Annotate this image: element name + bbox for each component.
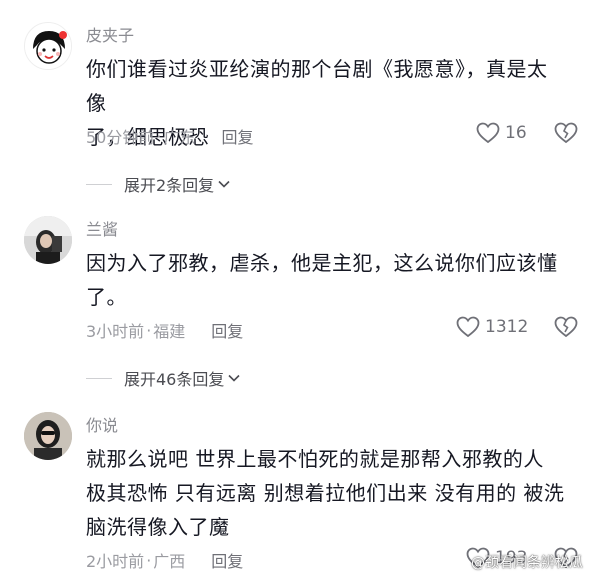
divider-line — [86, 183, 112, 185]
comment-text: 就那么说吧 世界上最不怕死的就是那帮入邪教的人 极其恐怖 只有远离 别想着拉他们… — [86, 442, 566, 544]
timestamp: 50分钟前 — [86, 128, 155, 147]
expand-replies-label: 展开46条回复 — [124, 370, 225, 389]
comment-line: 极其恐怖 只有远离 别想着拉他们出来 没有用的 被洗 — [86, 481, 565, 505]
expand-replies-button[interactable]: 展开46条回复 — [86, 366, 240, 390]
reply-button[interactable]: 回复 — [211, 548, 243, 572]
comment-text: 因为入了邪教，虐杀，他是主犯，这么说你们应该懂 了。 — [86, 246, 566, 314]
reply-button[interactable]: 回复 — [211, 318, 243, 342]
location: 广西 — [153, 552, 186, 571]
comment-line: 脑洗得像入了魔 — [86, 515, 230, 539]
chevron-down-icon — [218, 180, 230, 188]
like-button[interactable]: 16 — [476, 122, 527, 144]
user-photo-avatar-icon — [24, 216, 72, 264]
comment-line: 了。 — [86, 285, 127, 309]
meta-separator: · — [146, 320, 152, 340]
watermark-logo-icon — [452, 554, 468, 570]
expand-replies-button[interactable]: 展开2条回复 — [86, 172, 230, 196]
comment-meta: 3小时前 · 福建 回复 — [86, 318, 243, 342]
dislike-button[interactable] — [554, 316, 578, 342]
username[interactable]: 你说 — [86, 412, 118, 436]
meta-separator: · — [156, 126, 162, 146]
like-button[interactable]: 1312 — [456, 316, 528, 338]
username[interactable]: 兰酱 — [86, 216, 118, 240]
comment-meta: 50分钟前 · 广东 回复 — [86, 124, 254, 148]
location: 福建 — [153, 322, 186, 341]
cartoon-girl-avatar-icon — [25, 23, 71, 69]
user-photo-avatar-icon — [24, 412, 72, 460]
avatar[interactable] — [24, 412, 72, 460]
reply-button[interactable]: 回复 — [221, 124, 253, 148]
broken-heart-icon — [554, 316, 578, 338]
username[interactable]: 皮夹子 — [86, 22, 134, 46]
dislike-button[interactable] — [554, 122, 578, 148]
comment-meta: 2小时前 · 广西 回复 — [86, 548, 243, 572]
watermark: @颈看闻条辨松瓜 — [452, 552, 583, 572]
chevron-down-icon — [228, 374, 240, 382]
comment-line: 你们谁看过炎亚纶演的那个台剧《我愿意》，真是太像 — [86, 57, 548, 115]
comment-line: 因为入了邪教，虐杀，他是主犯，这么说你们应该懂 — [86, 251, 558, 275]
avatar[interactable] — [24, 216, 72, 264]
like-count: 1312 — [485, 317, 529, 337]
watermark-text: @颈看闻条辨松瓜 — [471, 555, 583, 571]
avatar[interactable] — [24, 22, 72, 70]
broken-heart-icon — [554, 122, 578, 144]
meta-separator: · — [146, 550, 152, 570]
expand-replies-label: 展开2条回复 — [124, 176, 215, 195]
divider-line — [86, 377, 112, 379]
timestamp: 2小时前 — [86, 552, 145, 571]
timestamp: 3小时前 — [86, 322, 145, 341]
comment-line: 就那么说吧 世界上最不怕死的就是那帮入邪教的人 — [86, 447, 544, 471]
heart-outline-icon — [476, 122, 500, 144]
location: 广东 — [163, 128, 196, 147]
heart-outline-icon — [456, 316, 480, 338]
like-count: 16 — [505, 123, 527, 143]
